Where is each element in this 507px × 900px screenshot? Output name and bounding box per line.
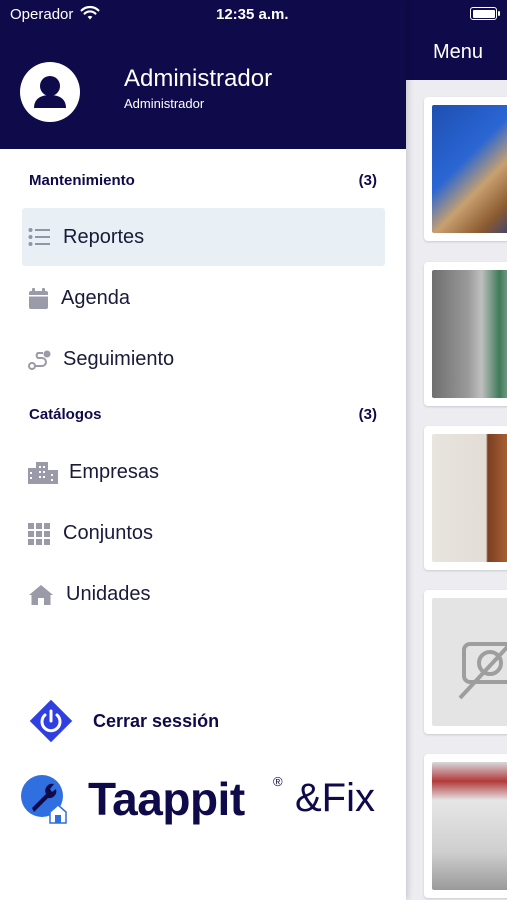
navigation-drawer: Administrador Administrador Mantenimient… <box>0 0 406 900</box>
report-thumbnail <box>432 105 507 233</box>
logout-button[interactable]: Cerrar sessión <box>26 696 326 746</box>
menu-label-unidades: Unidades <box>66 583 151 605</box>
menu-item-unidades[interactable]: Unidades <box>22 565 385 623</box>
carrier-label: Operador <box>10 6 74 23</box>
section-count-mantenimiento: (3) <box>358 172 377 189</box>
menu-item-seguimiento[interactable]: Seguimiento <box>22 330 385 388</box>
report-card[interactable] <box>424 426 507 570</box>
calendar-icon <box>28 288 50 309</box>
list-icon <box>28 227 50 247</box>
logout-label: Cerrar sessión <box>93 711 220 731</box>
section-count-catalogos: (3) <box>358 406 377 423</box>
brand-registered-mark: ® <box>273 774 283 789</box>
menu-label-conjuntos: Conjuntos <box>63 522 154 544</box>
power-icon <box>26 696 76 746</box>
menu-item-conjuntos[interactable]: Conjuntos <box>22 504 385 562</box>
background-title: Menu <box>432 41 483 63</box>
brand-suffix: &Fix <box>295 776 375 820</box>
brand-logo: Taappit ® &Fix <box>20 772 400 828</box>
menu-item-empresas[interactable]: Empresas <box>22 443 385 501</box>
report-thumbnail <box>432 434 507 562</box>
report-card[interactable] <box>424 754 507 898</box>
user-icon <box>34 76 66 108</box>
route-icon <box>28 349 51 370</box>
menu-item-reportes[interactable]: Reportes <box>22 208 385 266</box>
section-title-catalogos: Catálogos <box>29 406 102 423</box>
building-icon <box>28 462 58 484</box>
report-card[interactable] <box>424 590 507 734</box>
clock: 12:35 a.m. <box>216 6 289 23</box>
report-thumbnail <box>432 762 507 890</box>
menu-item-agenda[interactable]: Agenda <box>22 269 385 327</box>
menu-label-empresas: Empresas <box>69 461 160 483</box>
report-thumbnail <box>432 270 507 398</box>
brand-name: Taappit <box>88 773 245 825</box>
menu-label-agenda: Agenda <box>61 287 130 309</box>
wrench-house-logo-icon <box>20 774 68 824</box>
menu-label-seguimiento: Seguimiento <box>63 348 175 370</box>
section-title-mantenimiento: Mantenimiento <box>29 172 135 189</box>
grid-icon <box>28 523 50 545</box>
avatar[interactable] <box>20 62 80 122</box>
no-image-placeholder <box>432 598 507 726</box>
battery-icon <box>470 7 500 20</box>
menu-label-reportes: Reportes <box>63 226 145 248</box>
status-bar: Operador 12:35 a.m. <box>0 0 507 28</box>
wifi-icon <box>80 5 100 25</box>
no-camera-icon <box>458 642 507 700</box>
report-card[interactable] <box>424 262 507 406</box>
user-role: Administrador <box>124 96 205 111</box>
report-card[interactable] <box>424 97 507 241</box>
user-name: Administrador <box>124 65 273 92</box>
home-icon <box>28 584 54 605</box>
